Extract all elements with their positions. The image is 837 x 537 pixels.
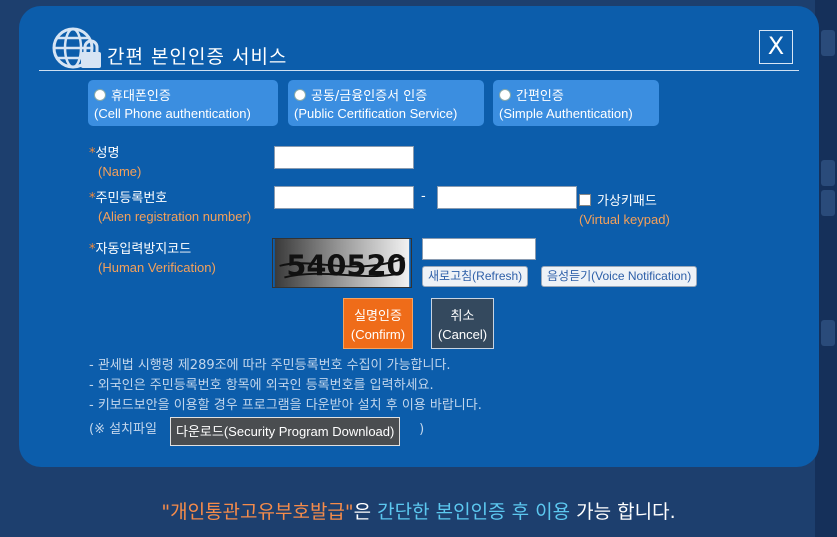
install-note-prefix: (※ 설치파일 — [89, 422, 157, 437]
close-button[interactable]: X — [759, 30, 793, 64]
name-label: *성명 (Name) — [89, 142, 141, 179]
radio-icon[interactable] — [499, 89, 511, 101]
cancel-label: 취소 — [450, 308, 475, 323]
footer-text: 가능 합니다. — [576, 501, 676, 523]
virtual-keypad-label-en: (Virtual keypad) — [579, 212, 670, 227]
cancel-label-en: (Cancel) — [437, 327, 488, 342]
method-cell-phone[interactable]: 휴대폰인증 (Cell Phone authentication) — [88, 80, 278, 126]
label-en: (Human Verification) — [98, 260, 216, 275]
footer-text: 은 — [353, 501, 372, 523]
install-note-suffix: ) — [419, 422, 425, 437]
footer-message: "개인통관고유부호발급"은 간단한 본인인증 후 이용 가능 합니다. — [0, 497, 837, 524]
confirm-label: 실명인증 — [354, 308, 402, 323]
background-text-fragment — [821, 30, 835, 56]
method-label: 공동/금융인증서 인증 — [311, 89, 428, 104]
radio-icon[interactable] — [294, 89, 306, 101]
captcha-image: 540520 — [272, 238, 412, 288]
label-ko: 자동입력방지코드 — [95, 242, 192, 257]
refresh-button[interactable]: 새로고침(Refresh) — [422, 266, 529, 287]
virtual-keypad-label: 가상키패드 — [597, 194, 657, 209]
method-certificate[interactable]: 공동/금융인증서 인증 (Public Certification Servic… — [288, 80, 484, 126]
voice-button[interactable]: 음성듣기(Voice Notification) — [541, 266, 698, 287]
background-text-fragment — [821, 190, 835, 216]
notice-item: - 키보드보안을 이용할 경우 프로그램을 다운받아 설치 후 이용 바랍니다. — [89, 398, 482, 413]
checkbox-icon[interactable] — [579, 194, 591, 206]
method-simple[interactable]: 간편인증 (Simple Authentication) — [493, 80, 659, 126]
radio-icon[interactable] — [94, 89, 106, 101]
confirm-button[interactable]: 실명인증 (Confirm) — [343, 298, 413, 349]
confirm-label-en: (Confirm) — [350, 327, 406, 342]
rrn-dash: - — [421, 189, 426, 204]
rrn-label: *주민등록번호 (Alien registration number) — [89, 187, 251, 224]
label-ko: 주민등록번호 — [95, 191, 168, 206]
method-label-en: (Public Certification Service) — [294, 106, 458, 121]
auth-modal: 간편 본인인증 서비스 X 휴대폰인증 (Cell Phone authenti… — [19, 6, 819, 467]
background-text-fragment — [821, 160, 835, 186]
captcha-label: *자동입력방지코드 (Human Verification) — [89, 238, 216, 275]
captcha-input[interactable] — [422, 238, 536, 260]
header-divider — [39, 70, 799, 71]
cancel-button[interactable]: 취소 (Cancel) — [431, 298, 494, 349]
globe-lock-icon — [52, 27, 101, 69]
method-label-en: (Cell Phone authentication) — [94, 106, 251, 121]
method-label: 휴대폰인증 — [111, 89, 171, 104]
method-label-en: (Simple Authentication) — [499, 106, 633, 121]
virtual-keypad-option[interactable]: 가상키패드 (Virtual keypad) — [579, 190, 670, 227]
footer-highlight: 간단한 본인인증 후 이용 — [377, 501, 571, 523]
notice-item: - 외국인은 주민등록번호 항목에 외국인 등록번호를 입력하세요. — [89, 378, 434, 393]
modal-header: 간편 본인인증 서비스 X — [39, 24, 799, 72]
label-ko: 성명 — [95, 146, 120, 161]
method-label: 간편인증 — [516, 89, 564, 104]
footer-service-name: "개인통관고유부호발급" — [161, 501, 354, 523]
label-en: (Alien registration number) — [98, 209, 252, 224]
background-text-fragment — [821, 320, 835, 346]
label-en: (Name) — [98, 164, 142, 179]
modal-title: 간편 본인인증 서비스 — [107, 46, 288, 68]
rrn-second-input[interactable] — [437, 186, 577, 209]
name-input[interactable] — [274, 146, 414, 169]
download-link[interactable]: 다운로드(Security Program Download) — [170, 417, 401, 446]
notice-item: - 관세법 시행령 제289조에 따라 주민등록번호 수집이 가능합니다. — [89, 358, 451, 373]
rrn-first-input[interactable] — [274, 186, 414, 209]
